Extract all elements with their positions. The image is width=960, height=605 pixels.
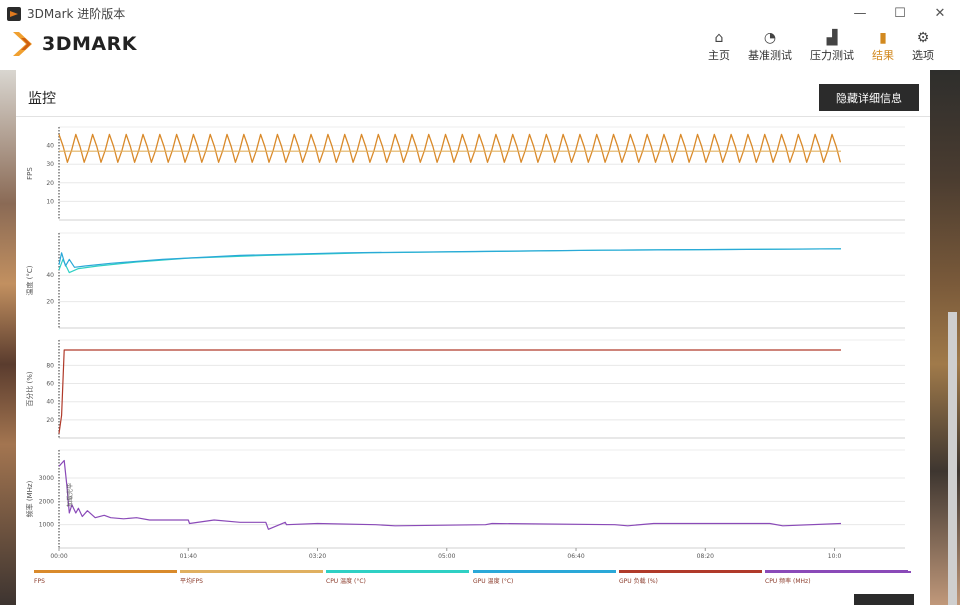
bar-chart-icon: ▟ bbox=[826, 30, 838, 46]
x-tick-label: 05:00 bbox=[438, 553, 455, 560]
x-tick-label: 06:40 bbox=[567, 553, 584, 560]
scrollbar-thumb[interactable] bbox=[948, 312, 957, 605]
monitoring-panel: 监控 隐藏详细信息 10 20 30 40 FPS 20 40 温度 (°C) 20 40 60 80… bbox=[16, 70, 930, 605]
annotation-label: 加载完毕 bbox=[66, 483, 74, 507]
legend-label: 平均FPS bbox=[180, 577, 203, 585]
results-icon: ▮ bbox=[879, 30, 887, 46]
y-tick-label: 20 bbox=[46, 417, 54, 424]
home-icon: ⌂ bbox=[714, 30, 724, 46]
series-line bbox=[58, 248, 842, 268]
y-axis-label: 频率 (MHz) bbox=[25, 480, 34, 517]
nav-label-stress-tests: 压力测试 bbox=[810, 49, 854, 62]
legend-swatch bbox=[34, 570, 177, 573]
y-tick-label: 40 bbox=[46, 399, 54, 406]
y-tick-label: 20 bbox=[46, 180, 54, 187]
y-tick-label: 2000 bbox=[39, 498, 54, 505]
app-header: 3DMARK ⌂ 主页 ◔ 基准测试 ▟ 压力测试 ▮ 结果 ⚙ 选项 bbox=[0, 27, 960, 70]
nav-item-benchmarks[interactable]: ◔ 基准测试 bbox=[748, 29, 792, 63]
y-tick-label: 3000 bbox=[39, 475, 54, 482]
y-axis-label: FPS bbox=[26, 167, 34, 180]
x-tick-label: 01:40 bbox=[180, 553, 197, 560]
nav-label-home: 主页 bbox=[708, 49, 730, 62]
y-tick-label: 40 bbox=[46, 143, 54, 150]
main-nav: ⌂ 主页 ◔ 基准测试 ▟ 压力测试 ▮ 结果 ⚙ 选项 bbox=[690, 29, 934, 63]
3dmark-chevron-icon bbox=[13, 32, 32, 56]
legend-swatch bbox=[180, 570, 323, 573]
x-tick-label: 03:20 bbox=[309, 553, 326, 560]
nav-item-home[interactable]: ⌂ 主页 bbox=[708, 29, 730, 63]
legend-label: CPU 温度 (°C) bbox=[326, 577, 366, 585]
legend-label: FPS bbox=[34, 578, 45, 585]
window-title: 3DMark 进阶版本 bbox=[27, 7, 126, 21]
y-tick-label: 60 bbox=[46, 381, 54, 388]
monitoring-charts: 10 20 30 40 FPS 20 40 温度 (°C) 20 40 60 80 百分比 (%) 100… bbox=[25, 126, 914, 605]
background-art-left bbox=[0, 70, 16, 605]
nav-label-benchmarks: 基准测试 bbox=[748, 49, 792, 62]
legend-swatch bbox=[619, 570, 762, 573]
legend-overflow-swatch bbox=[886, 571, 911, 573]
series-line bbox=[58, 349, 841, 434]
logo-text: 3DMARK bbox=[42, 33, 137, 55]
y-tick-label: 30 bbox=[46, 161, 54, 168]
legend-label: GPU 温度 (°C) bbox=[473, 577, 513, 585]
maximize-button[interactable]: ☐ bbox=[880, 0, 920, 27]
nav-item-results[interactable]: ▮ 结果 bbox=[872, 29, 894, 63]
app-logo-icon bbox=[7, 6, 21, 21]
legend-swatch bbox=[326, 570, 469, 573]
y-axis-label: 百分比 (%) bbox=[25, 371, 34, 407]
title-bar: 3DMark 进阶版本 — ☐ ✕ bbox=[0, 0, 960, 27]
x-tick-label: 10:0 bbox=[828, 553, 842, 560]
series-line bbox=[58, 459, 842, 530]
gear-icon: ⚙ bbox=[916, 30, 930, 46]
y-axis-label: 温度 (°C) bbox=[25, 265, 34, 295]
y-tick-label: 20 bbox=[46, 299, 54, 306]
legend-swatch bbox=[473, 570, 616, 573]
legend-label: GPU 负载 (%) bbox=[619, 577, 658, 585]
y-tick-label: 80 bbox=[46, 362, 54, 369]
x-tick-label: 00:00 bbox=[50, 553, 67, 560]
minimize-button[interactable]: — bbox=[840, 0, 880, 27]
x-tick-label: 08:20 bbox=[697, 553, 714, 560]
close-button[interactable]: ✕ bbox=[920, 0, 960, 27]
nav-label-results: 结果 bbox=[872, 49, 894, 62]
gauge-icon: ◔ bbox=[763, 30, 777, 46]
overflow-button bbox=[854, 594, 914, 605]
series-line bbox=[58, 133, 842, 163]
nav-item-stress-tests[interactable]: ▟ 压力测试 bbox=[810, 29, 854, 63]
y-tick-label: 10 bbox=[46, 198, 54, 205]
legend-label: CPU 频率 (MHz) bbox=[765, 577, 811, 585]
3dmark-logo[interactable]: 3DMARK bbox=[12, 30, 137, 58]
nav-label-options: 选项 bbox=[912, 49, 934, 62]
series-line bbox=[58, 248, 842, 274]
nav-item-options[interactable]: ⚙ 选项 bbox=[912, 29, 934, 63]
y-tick-label: 1000 bbox=[39, 522, 54, 529]
y-tick-label: 40 bbox=[46, 272, 54, 279]
